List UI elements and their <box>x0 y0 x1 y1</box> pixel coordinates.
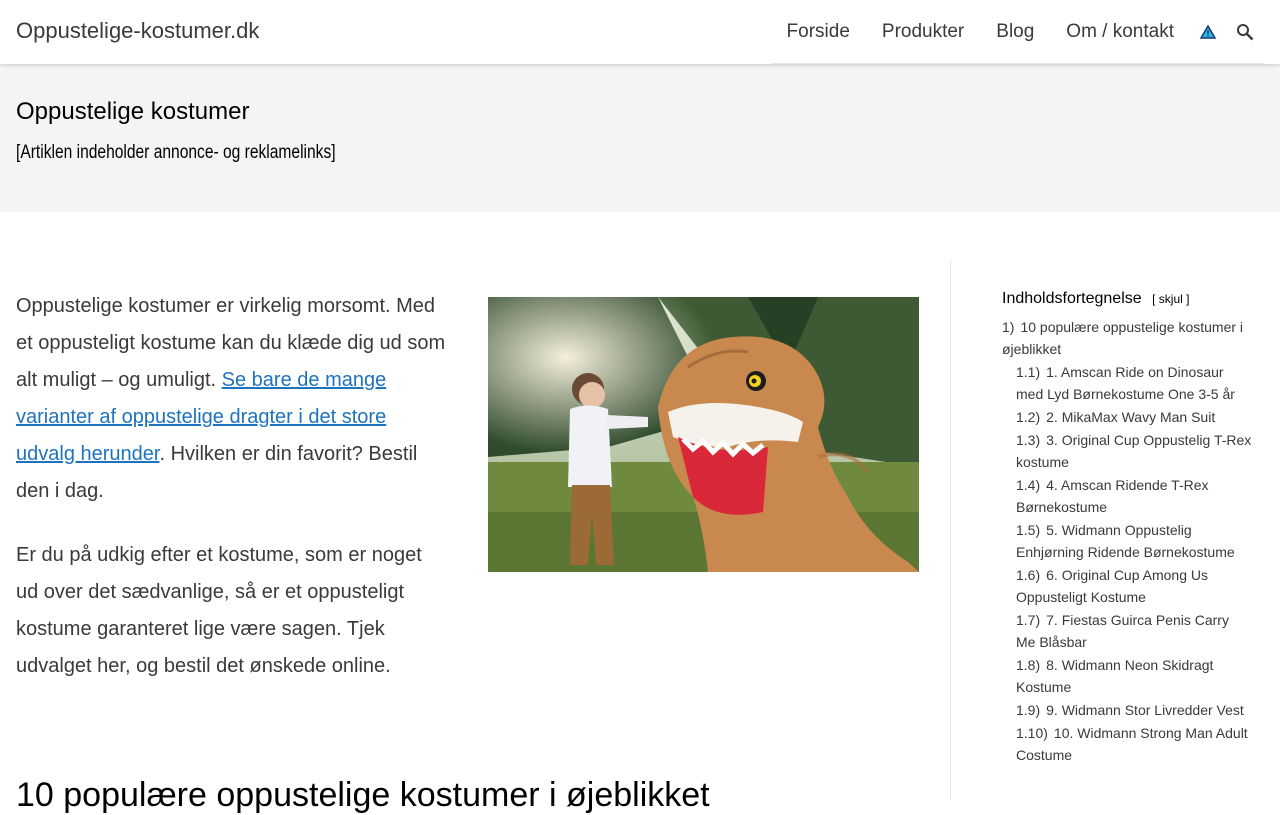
main-nav: Forside Produkter Blog Om / kontakt <box>770 0 1264 64</box>
nav-item-blog[interactable]: Blog <box>996 21 1034 43</box>
intro-paragraph-2: Er du på udkig efter et kostume, som er … <box>16 544 422 677</box>
sidebar-divider <box>950 260 951 800</box>
toc-subitem[interactable]: 1.7) 7. Fiestas Guirca Penis Carry Me Blå… <box>1002 609 1252 653</box>
toc-subitem[interactable]: 1.9) 9. Widmann Stor Livredder Vest <box>1002 699 1252 721</box>
section-heading: 10 populære oppustelige kostumer i øjebl… <box>16 776 710 814</box>
table-of-contents: Indholdsfortegnelse [ skjul ] 1) 10 popul… <box>1002 290 1252 766</box>
nav-item-om-kontakt[interactable]: Om / kontakt <box>1066 21 1174 43</box>
site-title-link[interactable]: Oppustelige-kostumer.dk <box>16 18 259 44</box>
intro-text: Oppustelige kostumer er virkelig morsomt… <box>16 288 446 712</box>
toc-subitem[interactable]: 1.2) 2. MikaMax Wavy Man Suit <box>1002 406 1252 428</box>
toc-subitem[interactable]: 1.5) 5. Widmann Oppustelig Enhjørning Rid… <box>1002 519 1252 563</box>
toc-subitem[interactable]: 1.6) 6. Original Cup Among Us Oppusteligt… <box>1002 564 1252 608</box>
search-icon[interactable] <box>1236 23 1254 41</box>
toc-toggle-link[interactable]: [ skjul ] <box>1152 292 1189 306</box>
page-title: Oppustelige kostumer <box>16 98 250 125</box>
toc-subitem[interactable]: 1.4) 4. Amscan Ridende T-Rex Børnekostume <box>1002 474 1252 518</box>
site-header: Oppustelige-kostumer.dk Forside Produkte… <box>0 0 1280 64</box>
toc-subitem[interactable]: 1.8) 8. Widmann Neon Skidragt Kostume <box>1002 654 1252 698</box>
toc-subitem[interactable]: 1.10) 10. Widmann Strong Man Adult Costum… <box>1002 722 1252 766</box>
nav-item-produkter[interactable]: Produkter <box>882 21 964 43</box>
toc-subitem[interactable]: 1.1) 1. Amscan Ride on Dinosaur med Lyd B… <box>1002 361 1252 405</box>
toc-subitem[interactable]: 1.3) 3. Original Cup Oppustelig T-Rex kos… <box>1002 429 1252 473</box>
nav-item-forside[interactable]: Forside <box>787 21 850 43</box>
page-hero: Oppustelige kostumer [Artiklen indeholde… <box>0 64 1280 212</box>
toc-sublist: 1.1) 1. Amscan Ride on Dinosaur med Lyd B… <box>1002 361 1252 766</box>
dinosaur-costume-photo <box>488 297 919 572</box>
intro-paragraph-1: Oppustelige kostumer er virkelig morsomt… <box>16 295 446 502</box>
ad-notice: [Artiklen indeholder annonce- og reklame… <box>16 142 336 163</box>
toc-title: Indholdsfortegnelse <box>1002 290 1142 307</box>
warning-triangle-icon[interactable] <box>1200 24 1216 39</box>
toc-item[interactable]: 1) 10 populære oppustelige kostumer i øje… <box>1002 316 1252 360</box>
